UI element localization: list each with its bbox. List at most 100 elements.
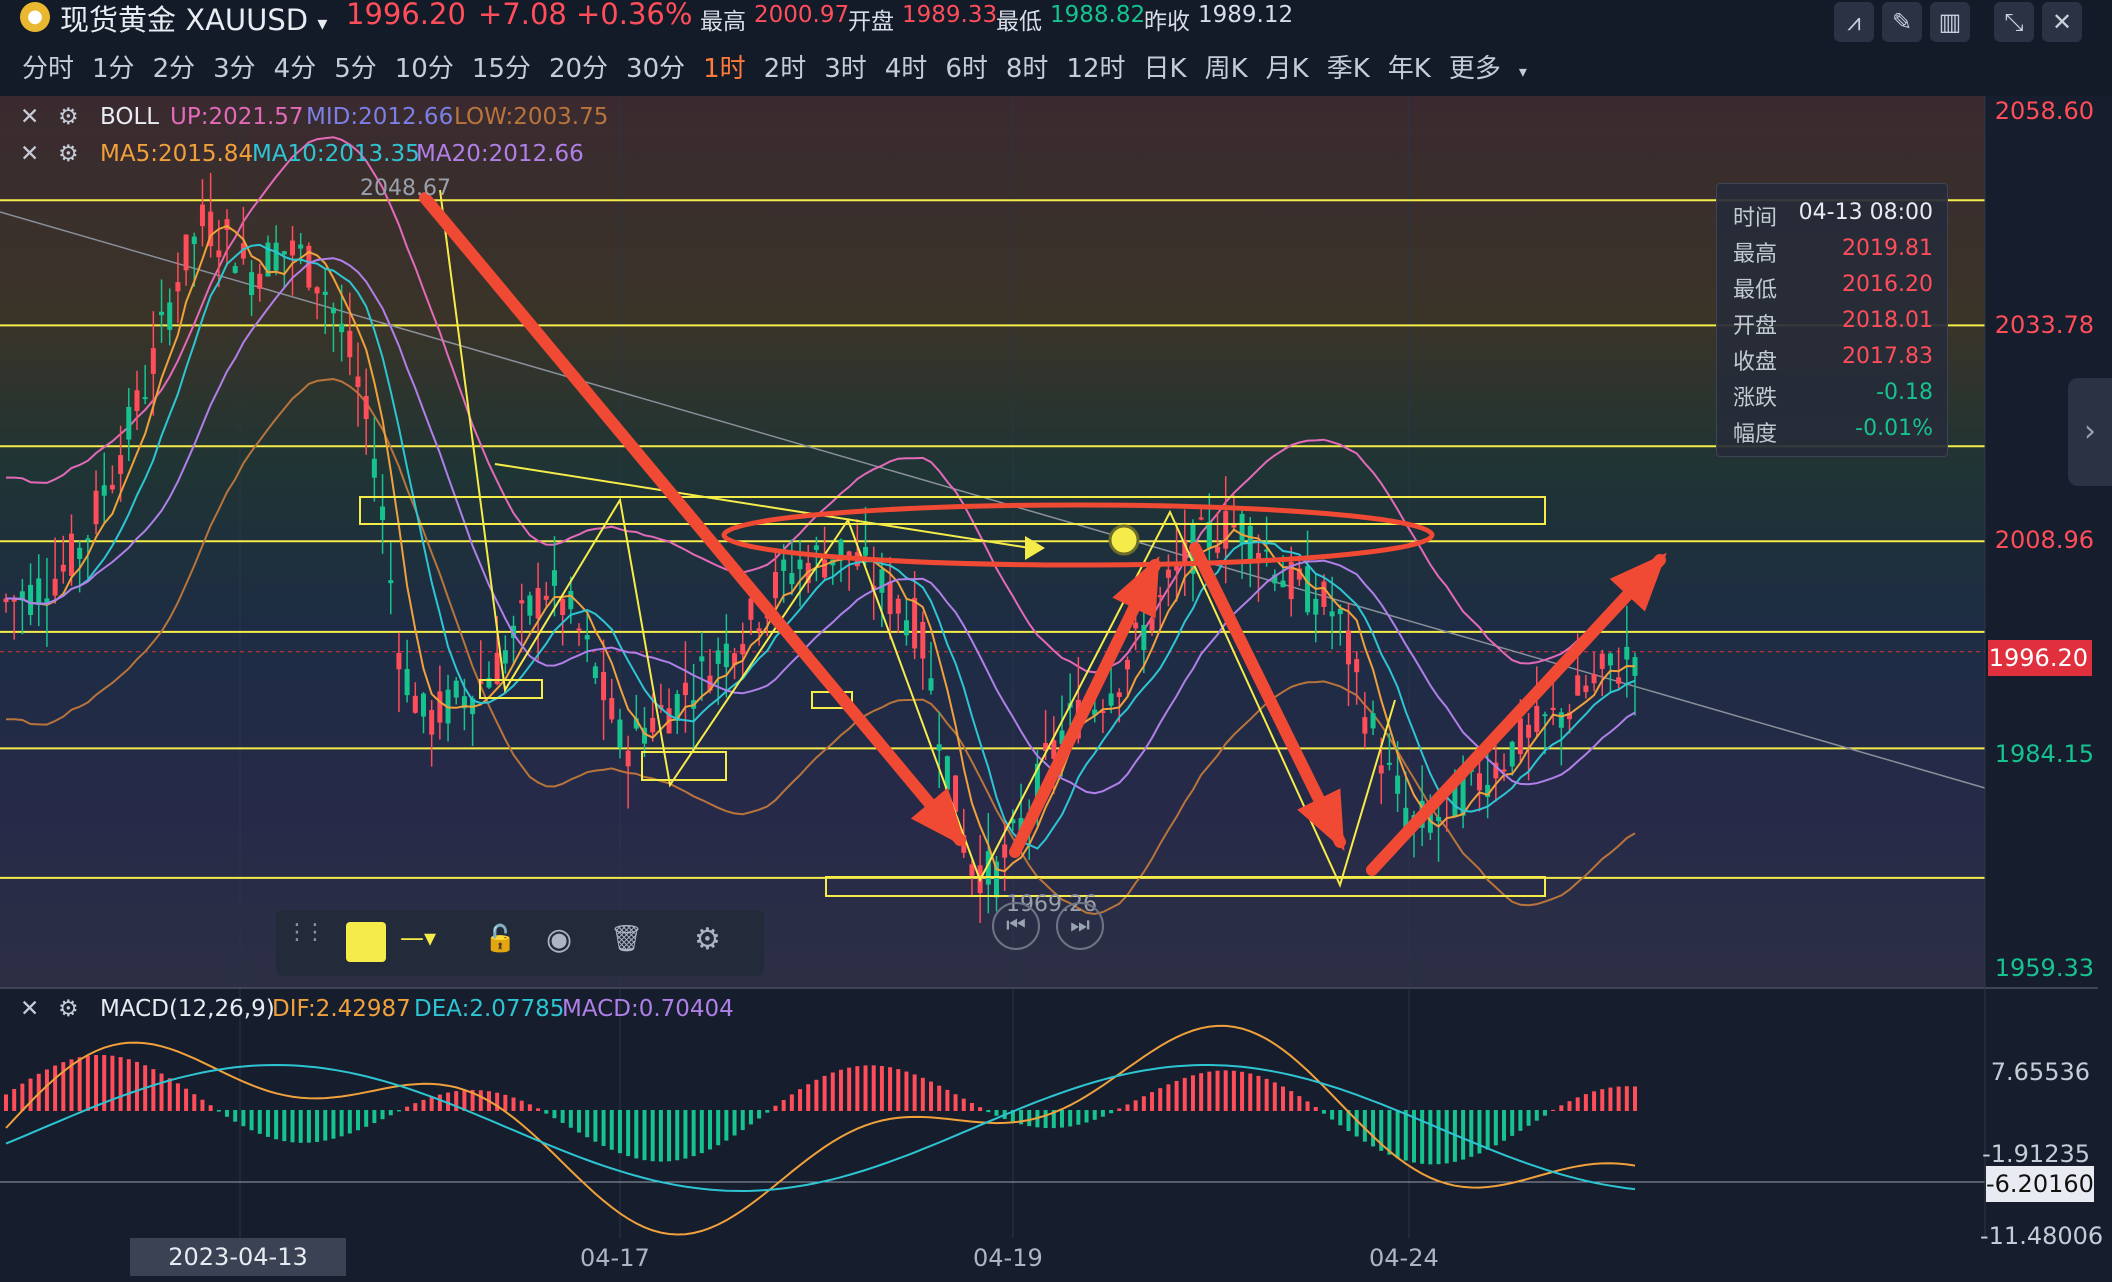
candle-body bbox=[1591, 673, 1597, 684]
period-13[interactable]: 4时 bbox=[885, 48, 928, 85]
macd-bar bbox=[12, 1088, 17, 1111]
low-label: 最低 bbox=[996, 9, 1042, 35]
macd-bar bbox=[503, 1094, 508, 1111]
candle-body bbox=[396, 652, 402, 670]
period-6[interactable]: 10分 bbox=[395, 48, 454, 85]
period-21[interactable]: 年K bbox=[1388, 48, 1431, 85]
candle-body bbox=[68, 533, 74, 576]
macd-bar bbox=[1633, 1086, 1637, 1111]
macd-bar bbox=[1444, 1110, 1449, 1164]
candle-body bbox=[1149, 618, 1155, 631]
candle-body bbox=[682, 682, 688, 696]
period-19[interactable]: 月K bbox=[1266, 48, 1309, 85]
macd-bar bbox=[912, 1074, 917, 1111]
macd-close-icon[interactable]: ✕ bbox=[20, 996, 39, 1022]
period-5[interactable]: 5分 bbox=[334, 48, 377, 85]
macd-bar bbox=[748, 1110, 753, 1125]
macd-bar bbox=[986, 1110, 991, 1113]
ma-gear-icon[interactable]: ⚙ bbox=[58, 141, 79, 167]
period-10[interactable]: 1时 bbox=[703, 48, 746, 85]
collapse-icon[interactable]: ⤡ bbox=[1994, 2, 2034, 42]
lock-icon[interactable]: 🔓 bbox=[484, 924, 516, 954]
period-4[interactable]: 4分 bbox=[274, 48, 317, 85]
jump-end-icon[interactable]: ⏭ bbox=[1056, 902, 1104, 950]
visibility-icon[interactable]: ◉ bbox=[546, 922, 572, 957]
candle-body bbox=[134, 390, 140, 411]
macd-bar bbox=[249, 1110, 254, 1131]
macd-bar bbox=[1240, 1071, 1245, 1111]
macd-bar bbox=[667, 1110, 672, 1162]
macd-bar bbox=[167, 1078, 172, 1111]
symbol-title[interactable]: 现货黄金 XAUUSD ▾ bbox=[60, 0, 327, 39]
macd-bar bbox=[1583, 1094, 1588, 1111]
candle-body bbox=[936, 744, 942, 751]
tooltip-row: 幅度 -0.01% bbox=[1733, 416, 1933, 448]
period-2[interactable]: 2分 bbox=[153, 48, 196, 85]
settings-icon[interactable]: ⚙ bbox=[694, 922, 721, 957]
expand-panel-icon[interactable]: › bbox=[2068, 378, 2112, 486]
tooltip-row: 时间 04-13 08:00 bbox=[1733, 200, 1933, 232]
macd-bar bbox=[331, 1110, 336, 1139]
period-12[interactable]: 3时 bbox=[824, 48, 867, 85]
macd-bar bbox=[536, 1108, 541, 1111]
anchor-dot bbox=[1108, 524, 1140, 556]
period-7[interactable]: 15分 bbox=[472, 48, 531, 85]
macd-bar bbox=[879, 1065, 884, 1111]
candle-body bbox=[1534, 705, 1540, 732]
macd-bar bbox=[1510, 1110, 1515, 1136]
macd-bar bbox=[969, 1102, 974, 1111]
pen-icon[interactable]: ✎ bbox=[1882, 2, 1922, 42]
indicator-icon[interactable]: ⩘ bbox=[1834, 2, 1874, 42]
tooltip-value: 2018.01 bbox=[1842, 308, 1933, 333]
period-8[interactable]: 20分 bbox=[549, 48, 608, 85]
close-icon[interactable]: ✕ bbox=[2042, 2, 2082, 42]
macd-bar bbox=[1166, 1084, 1171, 1111]
candle-body bbox=[199, 204, 205, 227]
ma-close-icon[interactable]: ✕ bbox=[20, 141, 39, 167]
period-1[interactable]: 1分 bbox=[92, 48, 135, 85]
macd-bar bbox=[118, 1057, 123, 1111]
period-3[interactable]: 3分 bbox=[213, 48, 256, 85]
macd-bar bbox=[789, 1094, 794, 1111]
macd-bar bbox=[290, 1110, 295, 1143]
macd-bar bbox=[994, 1110, 999, 1116]
candle-body bbox=[1198, 517, 1204, 520]
macd-bar bbox=[1043, 1110, 1048, 1129]
color-swatch-icon[interactable] bbox=[346, 922, 386, 962]
period-14[interactable]: 6时 bbox=[945, 48, 988, 85]
period-0[interactable]: 分时 bbox=[22, 48, 74, 85]
boll-close-icon[interactable]: ✕ bbox=[20, 104, 39, 130]
candle-body bbox=[1305, 566, 1311, 613]
candle-type-icon[interactable]: ▥ bbox=[1930, 2, 1970, 42]
candle-body bbox=[748, 598, 754, 620]
period-17[interactable]: 日K bbox=[1144, 48, 1187, 85]
candle-body bbox=[437, 691, 443, 723]
macd-bar bbox=[585, 1110, 590, 1138]
line-style-icon[interactable]: —▾ bbox=[400, 924, 436, 952]
tooltip-key: 收盘 bbox=[1733, 350, 1778, 375]
period-16[interactable]: 12时 bbox=[1066, 48, 1125, 85]
boll-gear-icon[interactable]: ⚙ bbox=[58, 104, 79, 130]
ma20-value: MA20:2012.66 bbox=[416, 141, 584, 167]
candle-body bbox=[175, 282, 181, 292]
macd-bar bbox=[298, 1110, 303, 1143]
jump-start-icon[interactable]: ⏮ bbox=[992, 902, 1040, 950]
period-more-button[interactable]: 更多 ▾ bbox=[1449, 48, 1545, 85]
period-20[interactable]: 季K bbox=[1327, 48, 1370, 85]
tooltip-key: 时间 bbox=[1733, 206, 1778, 231]
drag-handle-icon[interactable]: ⋮⋮ bbox=[286, 920, 326, 945]
macd-bar bbox=[552, 1110, 557, 1119]
gold-logo-icon: ● bbox=[20, 2, 50, 32]
candle-body bbox=[928, 678, 934, 691]
macd-bar bbox=[855, 1066, 860, 1111]
period-11[interactable]: 2时 bbox=[764, 48, 807, 85]
period-18[interactable]: 周K bbox=[1205, 48, 1248, 85]
candle-body bbox=[715, 650, 721, 664]
macd-gear-icon[interactable]: ⚙ bbox=[58, 996, 79, 1022]
period-15[interactable]: 8时 bbox=[1006, 48, 1049, 85]
period-9[interactable]: 30分 bbox=[626, 48, 685, 85]
macd-bar bbox=[1502, 1110, 1507, 1141]
macd-bar bbox=[568, 1110, 573, 1128]
delete-icon[interactable]: 🗑 bbox=[610, 924, 643, 954]
peak-price-marker: 2048.67 bbox=[360, 176, 451, 201]
